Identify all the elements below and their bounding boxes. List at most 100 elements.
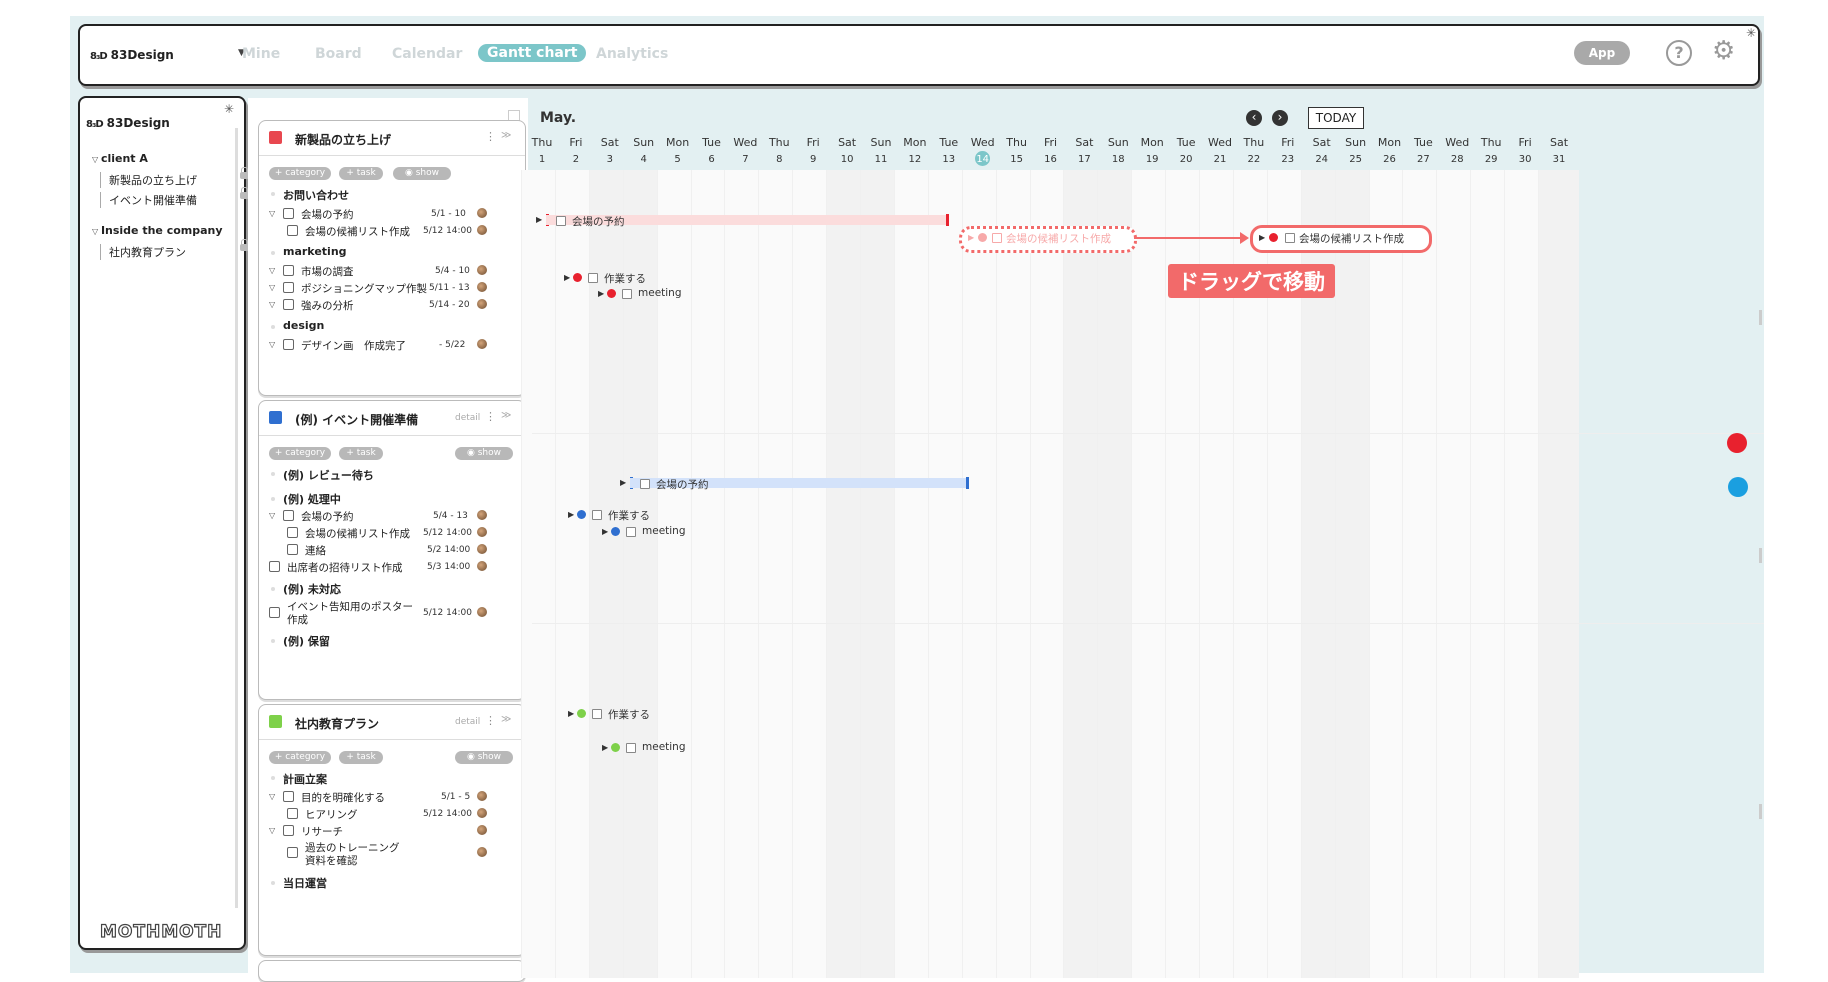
- task-label[interactable]: 会場の予約: [301, 207, 354, 222]
- tab-analytics[interactable]: Analytics: [596, 46, 668, 62]
- pin-icon[interactable]: ✳: [1746, 26, 1756, 40]
- today-button[interactable]: TODAY: [1308, 107, 1364, 129]
- task-checkbox[interactable]: [283, 282, 294, 293]
- chevron-down-icon[interactable]: ≫: [501, 714, 511, 725]
- milestone-label[interactable]: meeting: [638, 287, 682, 299]
- gear-icon[interactable]: ⚙: [1712, 36, 1735, 66]
- sidebar-group-inside-company[interactable]: ▽ Inside the company: [92, 224, 223, 237]
- task-checkbox[interactable]: [283, 510, 294, 521]
- task-checkbox[interactable]: [283, 299, 294, 310]
- expand-icon[interactable]: ▶: [564, 273, 570, 282]
- add-task-button[interactable]: + task: [339, 167, 383, 180]
- app-button[interactable]: App: [1574, 41, 1630, 65]
- day-number-label[interactable]: 31: [1539, 154, 1579, 165]
- task-pill-candidate-moved[interactable]: ▶ 会場の候補リスト作成: [1250, 225, 1432, 253]
- avatar[interactable]: [477, 825, 487, 835]
- scrollbar-thumb[interactable]: [1759, 310, 1762, 325]
- milestone-label[interactable]: 作業する: [608, 508, 650, 523]
- avatar[interactable]: [477, 607, 487, 617]
- tab-board[interactable]: Board: [315, 46, 362, 62]
- tab-calendar[interactable]: Calendar: [392, 46, 462, 62]
- task-checkbox[interactable]: [592, 709, 602, 719]
- help-icon[interactable]: ?: [1666, 40, 1692, 66]
- detail-link[interactable]: detail: [455, 717, 480, 727]
- expand-icon[interactable]: ▽: [269, 792, 275, 801]
- avatar[interactable]: [477, 225, 487, 235]
- sidebar-scrollbar[interactable]: [235, 128, 238, 908]
- add-task-button[interactable]: + task: [339, 447, 383, 460]
- blue-marker-dot[interactable]: [1728, 477, 1748, 497]
- task-label[interactable]: ヒアリング: [305, 807, 358, 822]
- expand-icon[interactable]: ▶: [568, 709, 574, 718]
- expand-icon[interactable]: ▽: [269, 209, 275, 218]
- avatar[interactable]: [477, 265, 487, 275]
- expand-icon[interactable]: ▶: [602, 527, 608, 536]
- show-button[interactable]: ◉ show: [455, 447, 513, 460]
- task-checkbox[interactable]: [283, 339, 294, 350]
- milestone-label[interactable]: 作業する: [604, 271, 646, 286]
- task-label[interactable]: 目的を明確化する: [301, 790, 385, 805]
- task-checkbox[interactable]: [269, 607, 280, 618]
- add-task-button[interactable]: + task: [339, 751, 383, 764]
- expand-icon[interactable]: ▶: [568, 510, 574, 519]
- sidebar-item-new-product[interactable]: 新製品の立ち上げ: [100, 167, 249, 188]
- red-marker-dot[interactable]: [1727, 433, 1747, 453]
- project-card-header[interactable]: (例) イベント開催準備 detail ⋮ ≫: [259, 401, 525, 436]
- expand-icon[interactable]: ▶: [536, 215, 542, 224]
- menu-icon[interactable]: ⋮: [485, 130, 496, 143]
- avatar[interactable]: [477, 339, 487, 349]
- workspace-selector[interactable]: 8₃D 83Design: [90, 48, 174, 62]
- scrollbar-thumb[interactable]: [1759, 548, 1762, 563]
- project-card-header[interactable]: 社内教育プラン detail ⋮ ≫: [259, 705, 525, 740]
- sidebar-group-client-a[interactable]: ▽ client A: [92, 152, 148, 165]
- expand-icon[interactable]: ▽: [269, 340, 275, 349]
- expand-icon[interactable]: ▽: [269, 826, 275, 835]
- detail-link[interactable]: detail: [455, 413, 480, 423]
- avatar[interactable]: [477, 510, 487, 520]
- task-label[interactable]: ポジショニングマップ作製: [301, 281, 427, 296]
- chevron-down-icon[interactable]: ≫: [501, 410, 511, 421]
- expand-icon[interactable]: ▽: [269, 511, 275, 520]
- sidebar-item-event-prep[interactable]: イベント開催準備: [100, 187, 249, 208]
- task-checkbox[interactable]: [588, 273, 598, 283]
- expand-icon[interactable]: ▽: [269, 283, 275, 292]
- prev-month-button[interactable]: ‹: [1246, 110, 1262, 126]
- sidebar-item-training-plan[interactable]: 社内教育プラン: [100, 239, 249, 260]
- task-label[interactable]: 出席者の招待リスト作成: [287, 560, 403, 575]
- next-month-button[interactable]: ›: [1272, 110, 1288, 126]
- tab-mine[interactable]: Mine: [242, 46, 280, 62]
- task-label-line2[interactable]: 作成: [287, 612, 308, 627]
- task-checkbox[interactable]: [287, 847, 298, 858]
- task-checkbox[interactable]: [592, 510, 602, 520]
- expand-icon[interactable]: ▶: [620, 478, 626, 487]
- task-checkbox[interactable]: [283, 208, 294, 219]
- add-category-button[interactable]: + category: [269, 447, 331, 460]
- avatar[interactable]: [477, 527, 487, 537]
- show-button[interactable]: ◉ show: [393, 167, 451, 180]
- expand-icon[interactable]: ▽: [269, 300, 275, 309]
- avatar[interactable]: [477, 808, 487, 818]
- task-checkbox[interactable]: [626, 527, 636, 537]
- task-checkbox[interactable]: [283, 265, 294, 276]
- task-checkbox[interactable]: [640, 479, 650, 489]
- task-checkbox[interactable]: [283, 825, 294, 836]
- task-checkbox[interactable]: [622, 289, 632, 299]
- task-checkbox[interactable]: [626, 743, 636, 753]
- task-checkbox[interactable]: [556, 216, 566, 226]
- task-checkbox[interactable]: [269, 561, 280, 572]
- chevron-down-icon[interactable]: ≫: [501, 130, 511, 141]
- task-checkbox[interactable]: [283, 791, 294, 802]
- expand-icon[interactable]: ▽: [269, 266, 275, 275]
- milestone-label[interactable]: meeting: [642, 741, 686, 753]
- avatar[interactable]: [477, 791, 487, 801]
- menu-icon[interactable]: ⋮: [485, 410, 496, 423]
- task-checkbox[interactable]: [287, 808, 298, 819]
- task-label[interactable]: 市場の調査: [301, 264, 354, 279]
- add-category-button[interactable]: + category: [269, 751, 331, 764]
- avatar[interactable]: [477, 561, 487, 571]
- milestone-label[interactable]: meeting: [642, 525, 686, 537]
- expand-icon[interactable]: ▶: [602, 743, 608, 752]
- avatar[interactable]: [477, 544, 487, 554]
- avatar[interactable]: [477, 282, 487, 292]
- task-label-line2[interactable]: 資料を確認: [305, 853, 358, 868]
